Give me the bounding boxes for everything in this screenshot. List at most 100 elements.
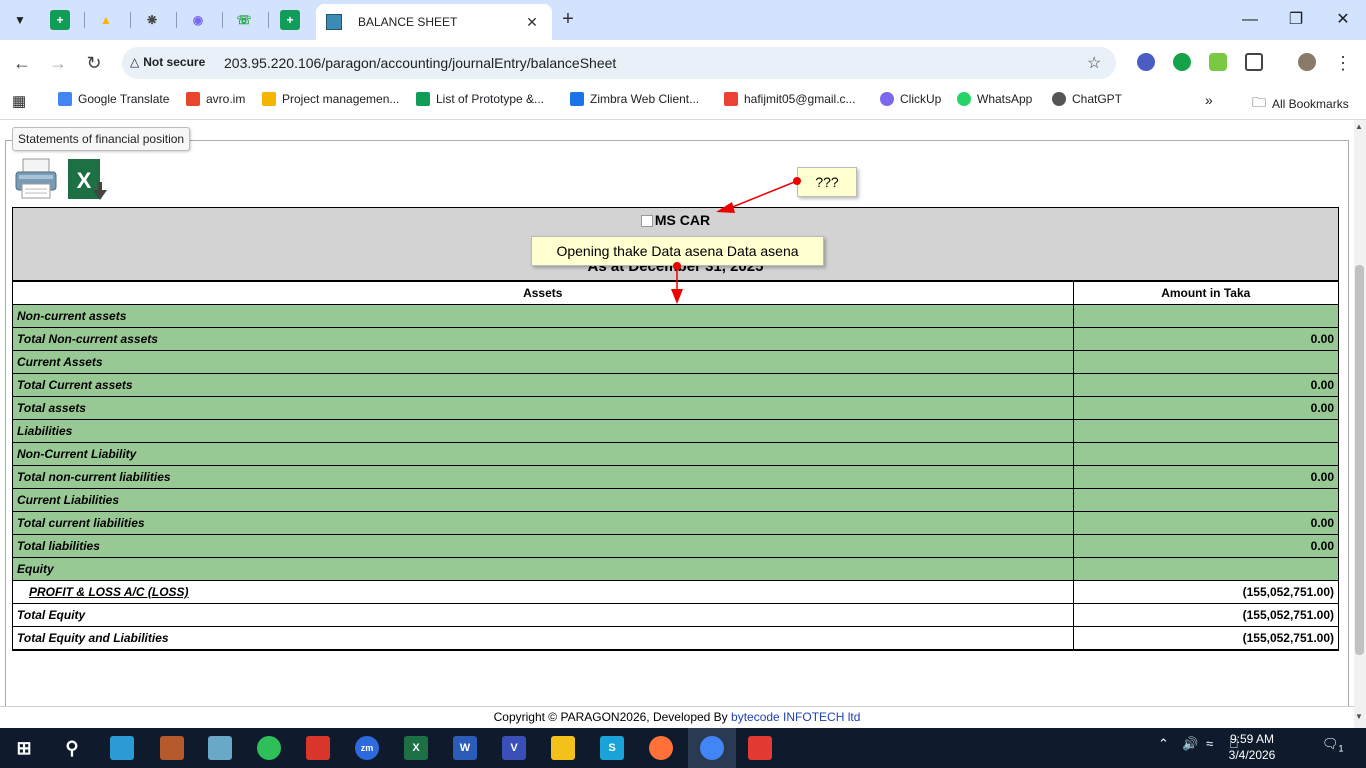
network-icon[interactable]: ≈	[1206, 736, 1213, 751]
row-label: Total Equity	[13, 603, 1074, 627]
row-amount: 0.00	[1072, 465, 1338, 489]
pinned-tab-clickup-icon[interactable]: ◉	[188, 10, 208, 30]
tab-separator	[130, 12, 131, 28]
row-label: Total liabilities	[13, 534, 1074, 558]
grammarly-icon[interactable]	[1173, 53, 1191, 71]
row-label: Total Equity and Liabilities	[13, 626, 1074, 650]
excel-export-icon[interactable]: X	[67, 158, 109, 202]
new-tab-button[interactable]: +	[558, 9, 578, 30]
profile-avatar[interactable]	[1298, 53, 1316, 71]
files-icon[interactable]	[208, 736, 232, 760]
row-label: Total non-current liabilities	[13, 465, 1074, 489]
pinned-tab-drive-icon[interactable]: ▲	[96, 10, 116, 30]
s-app-icon[interactable]: S	[600, 736, 624, 760]
tab-separator	[222, 12, 223, 28]
row-label: Current Assets	[13, 350, 1074, 374]
window-close-icon[interactable]: ✕	[1331, 8, 1355, 32]
table-row: Liabilities	[13, 419, 1338, 443]
row-amount: (155,052,751.00)	[1072, 626, 1338, 650]
print-icon[interactable]	[14, 158, 58, 200]
scroll-down-arrow-icon[interactable]: ▼	[1355, 712, 1363, 721]
tab-balance-sheet[interactable]: BALANCE SHEET ✕	[316, 4, 552, 40]
table-row: Non-Current Liability	[13, 442, 1338, 466]
drive-icon	[262, 92, 276, 106]
table-row: Non-current assets	[13, 304, 1338, 328]
tab-search-chevron-icon[interactable]: ▼	[8, 8, 32, 32]
url-text[interactable]: 203.95.220.106/paragon/accounting/journa…	[224, 55, 616, 71]
table-row: Current Assets	[13, 350, 1338, 374]
table-row: Current Liabilities	[13, 488, 1338, 512]
all-bookmarks[interactable]: 🗀 All Bookmarks	[1252, 92, 1349, 116]
windows-start-icon[interactable]: ⊞	[12, 736, 36, 760]
pinned-tab-chatgpt-icon[interactable]: ❋	[142, 10, 162, 30]
bookmark-google-translate[interactable]: Google Translate	[58, 92, 169, 106]
close-tab-icon[interactable]: ✕	[524, 14, 540, 31]
minimize-icon[interactable]: —	[1238, 8, 1262, 32]
row-amount	[1072, 488, 1338, 512]
chrome-taskbar-icon[interactable]	[700, 736, 724, 760]
restore-icon[interactable]: ❐	[1284, 8, 1308, 32]
search-icon[interactable]: ⚲	[60, 736, 84, 760]
table-row: Total Current assets 0.00	[13, 373, 1338, 397]
app-taskbar-icon[interactable]	[306, 736, 330, 760]
row-label: Total Non-current assets	[13, 327, 1074, 351]
bookmark-chatgpt[interactable]: ChatGPT	[1052, 92, 1122, 106]
zoom-icon[interactable]: zm	[355, 736, 379, 760]
firefox-icon[interactable]	[649, 736, 673, 760]
reload-icon[interactable]: ↻	[83, 52, 105, 74]
bookmark-list-of-prototype[interactable]: List of Prototype &...	[416, 92, 544, 106]
row-amount	[1072, 442, 1338, 466]
whatsapp-taskbar-icon[interactable]	[257, 736, 281, 760]
speaker-icon[interactable]: 🔊	[1182, 736, 1198, 752]
row-amount: 0.00	[1072, 373, 1338, 397]
clickup-icon	[880, 92, 894, 106]
scroll-up-arrow-icon[interactable]: ▲	[1355, 122, 1363, 131]
tab-title: BALANCE SHEET	[358, 15, 458, 29]
sticky-notes-icon[interactable]	[551, 736, 575, 760]
row-label: Equity	[13, 557, 1074, 581]
whatsapp-icon	[957, 92, 971, 106]
row-label: Current Liabilities	[13, 488, 1074, 512]
bookmark-clickup[interactable]: ClickUp	[880, 92, 941, 106]
apps-grid-icon[interactable]: ▦	[12, 92, 26, 110]
system-clock[interactable]: 9:59 AM 3/4/2026	[1218, 731, 1286, 763]
clock-time: 9:59 AM	[1229, 732, 1275, 746]
security-indicator[interactable]: △ Not secure	[130, 55, 205, 69]
extensions-puzzle-icon[interactable]	[1245, 53, 1263, 71]
extension-check-icon[interactable]	[1209, 53, 1227, 71]
bookmark-whatsapp[interactable]: WhatsApp	[957, 92, 1032, 106]
footer-developer-link[interactable]: bytecode INFOTECH ltd	[731, 710, 860, 724]
clock-date: 3/4/2026	[1228, 748, 1276, 762]
more-bookmarks-chevron-icon[interactable]: »	[1205, 92, 1213, 108]
row-label: Liabilities	[13, 419, 1074, 443]
visio-taskbar-icon[interactable]: V	[502, 736, 526, 760]
back-arrow-icon[interactable]: ←	[11, 52, 33, 74]
extension-icon[interactable]	[1137, 53, 1155, 71]
table-row: Total Equity (155,052,751.00)	[13, 603, 1338, 627]
pinned-tab-sheets-icon[interactable]: +	[280, 10, 300, 30]
warning-triangle-icon: △	[130, 55, 140, 69]
balance-sheet-table: Assets Amount in Taka Non-current assets…	[13, 281, 1338, 650]
page-title-tooltip: Statements of financial position	[12, 127, 191, 151]
copilot-icon[interactable]	[110, 736, 134, 760]
bookmark-zimbra[interactable]: Zimbra Web Client...	[570, 92, 699, 106]
excel-taskbar-icon[interactable]: X	[404, 736, 428, 760]
app-icon[interactable]	[160, 736, 184, 760]
word-taskbar-icon[interactable]: W	[453, 736, 477, 760]
bookmark-avro[interactable]: avro.im	[186, 92, 245, 106]
forward-arrow-icon[interactable]: →	[47, 52, 69, 74]
tray-chevron-icon[interactable]: ⌃	[1158, 736, 1169, 752]
scrollbar-thumb[interactable]	[1355, 265, 1364, 655]
menu-kebab-icon[interactable]: ⋮	[1332, 52, 1354, 74]
pinned-tab-sheets-icon[interactable]: +	[50, 10, 70, 30]
bookmark-gmail[interactable]: hafijmit05@gmail.c...	[724, 92, 856, 106]
notification-icon[interactable]: 🗨1	[1322, 736, 1344, 754]
bookmark-project-management[interactable]: Project managemen...	[262, 92, 399, 106]
avro-icon	[186, 92, 200, 106]
row-label: PROFIT & LOSS A/C (LOSS)	[13, 580, 1074, 604]
zimbra-icon	[570, 92, 584, 106]
pinned-tab-whatsapp-icon[interactable]: ☏	[234, 10, 254, 30]
bookmark-star-icon[interactable]: ☆	[1087, 53, 1101, 73]
tab-separator	[268, 12, 269, 28]
anydesk-icon[interactable]	[748, 736, 772, 760]
